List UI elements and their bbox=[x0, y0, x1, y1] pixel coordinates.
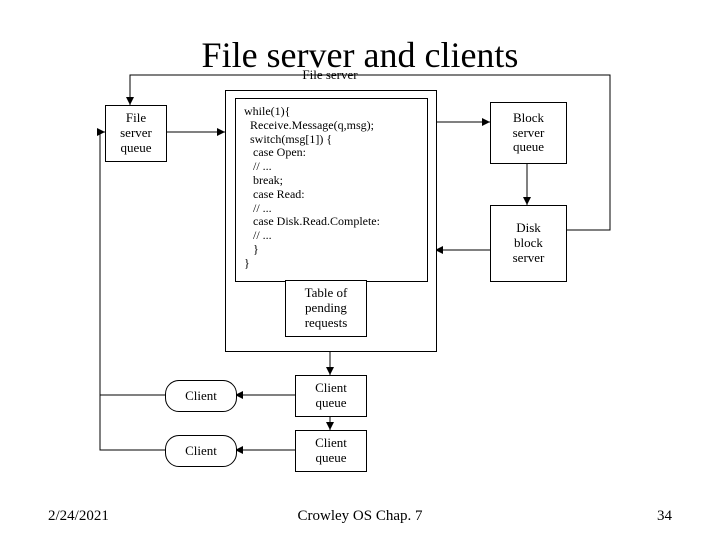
client-queue2-box: Client queue bbox=[295, 430, 367, 472]
diagram-canvas: File server File server queue while(1){ … bbox=[90, 70, 650, 490]
footer-center: Crowley OS Chap. 7 bbox=[0, 508, 720, 525]
disk-block-server-box: Disk block server bbox=[490, 205, 567, 282]
page-number: 34 bbox=[657, 508, 672, 525]
client2-box: Client bbox=[165, 435, 237, 467]
file-server-caption: File server bbox=[280, 68, 380, 83]
file-server-queue-box: File server queue bbox=[105, 105, 167, 162]
client-queue1-box: Client queue bbox=[295, 375, 367, 417]
client1-box: Client bbox=[165, 380, 237, 412]
code-panel: while(1){ Receive.Message(q,msg); switch… bbox=[235, 98, 428, 282]
block-server-queue-box: Block server queue bbox=[490, 102, 567, 164]
slide: File server and clients bbox=[0, 0, 720, 540]
pending-table-box: Table of pending requests bbox=[285, 280, 367, 337]
